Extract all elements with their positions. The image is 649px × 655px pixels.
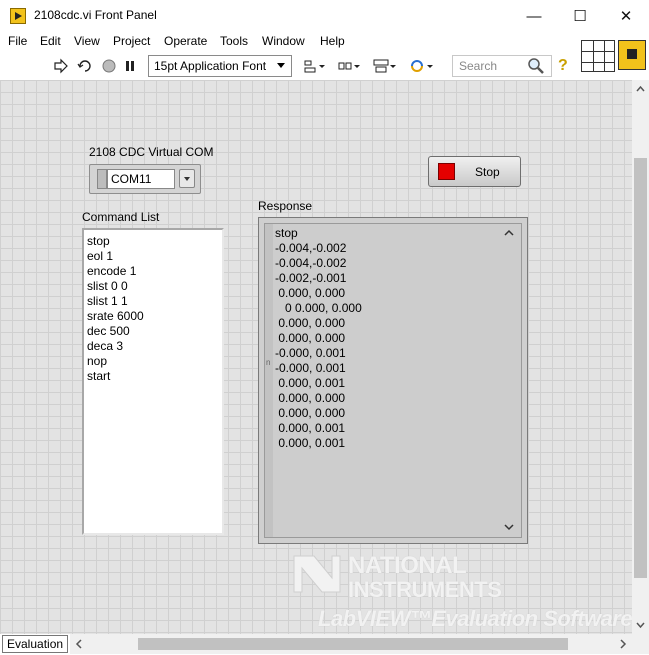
scrollbar-corner [632, 634, 649, 654]
command-line: stop [87, 234, 110, 248]
run-continuously-icon[interactable] [76, 57, 94, 75]
stop-button-label: Stop [475, 165, 500, 179]
com-port-value[interactable]: COM11 [107, 169, 175, 189]
abort-icon[interactable] [100, 57, 118, 75]
response-scroll-down-icon[interactable] [502, 520, 516, 534]
response-gutter: n [265, 224, 273, 537]
command-line: deca 3 [87, 339, 124, 353]
run-arrow-icon[interactable] [52, 57, 70, 75]
command-line: nop [87, 354, 108, 368]
scroll-left-icon[interactable] [72, 637, 86, 651]
reorder-icon[interactable] [409, 57, 433, 75]
vi-icon[interactable] [618, 40, 646, 70]
com-port-label: 2108 CDC Virtual COM [89, 145, 214, 159]
response-line: 0.000, 0.000 [275, 406, 346, 420]
menu-edit[interactable]: Edit [40, 34, 61, 48]
command-line: srate 6000 [87, 309, 144, 323]
response-line: -0.004,-0.002 [275, 241, 347, 255]
menu-file[interactable]: File [8, 34, 27, 48]
command-list-label: Command List [82, 210, 160, 224]
font-size-select[interactable]: 15pt Application Font [148, 55, 292, 77]
watermark-national: NATIONAL [348, 552, 467, 579]
window-title: 2108cdc.vi Front Panel [34, 8, 157, 22]
menu-window[interactable]: Window [262, 34, 305, 48]
pause-icon[interactable] [121, 57, 139, 75]
scroll-down-icon[interactable] [632, 618, 649, 632]
menu-project[interactable]: Project [113, 34, 150, 48]
response-line: 0.000, 0.001 [275, 376, 346, 390]
ni-eagle-logo [292, 552, 342, 596]
command-line: encode 1 [87, 264, 137, 278]
response-line: -0.002,-0.001 [275, 271, 347, 285]
resize-objects-icon[interactable] [372, 57, 396, 75]
align-objects-icon[interactable] [303, 57, 325, 75]
chevron-down-icon [277, 63, 285, 68]
labview-app-icon [10, 8, 26, 24]
response-label: Response [258, 199, 313, 213]
distribute-objects-icon[interactable] [338, 57, 360, 75]
response-line: 0.000, 0.000 [275, 331, 346, 345]
menu-help[interactable]: Help [320, 34, 345, 48]
response-line: 0 0.000, 0.000 [275, 301, 362, 315]
command-list-textbox[interactable]: stop eol 1 encode 1 slist 0 0 slist 1 1 … [82, 228, 224, 535]
close-button[interactable]: ✕ [603, 0, 649, 32]
scroll-right-icon[interactable] [616, 637, 630, 651]
menu-view[interactable]: View [74, 34, 100, 48]
response-line: -0.000, 0.001 [275, 346, 346, 360]
response-scroll-up-icon[interactable] [502, 226, 516, 240]
response-line: 0.000, 0.000 [275, 316, 346, 330]
com-port-dropdown-button[interactable] [179, 169, 195, 188]
command-line: slist 0 0 [87, 279, 128, 293]
menu-operate[interactable]: Operate [164, 34, 207, 48]
response-line: 0.000, 0.000 [275, 286, 346, 300]
menu-bar: File Edit View Project Operate Tools Win… [0, 32, 649, 52]
response-line: 0.000, 0.001 [275, 436, 346, 450]
response-line: -0.004,-0.002 [275, 256, 347, 270]
scroll-up-icon[interactable] [632, 82, 649, 96]
minimize-button[interactable]: — [511, 0, 557, 32]
connector-pane-icon[interactable] [581, 40, 615, 72]
font-select-value: 15pt Application Font [154, 59, 267, 73]
help-icon[interactable]: ? [558, 57, 568, 75]
command-line: start [87, 369, 111, 383]
horizontal-scrollbar-thumb[interactable] [138, 638, 568, 650]
response-line: stop [275, 226, 298, 240]
watermark-instruments: INSTRUMENTS [348, 577, 502, 602]
response-line: 0.000, 0.000 [275, 391, 346, 405]
menu-tools[interactable]: Tools [220, 34, 248, 48]
command-line: eol 1 [87, 249, 114, 263]
command-line: dec 500 [87, 324, 130, 338]
response-line: -0.000, 0.001 [275, 361, 346, 375]
maximize-button[interactable]: ☐ [557, 0, 603, 32]
search-icon[interactable] [527, 57, 545, 75]
evaluation-badge: Evaluation [2, 635, 68, 653]
watermark-evaluation: LabVIEW™Evaluation Software [318, 606, 633, 631]
visa-resource-icon [97, 169, 107, 189]
gutter-mark: n [266, 358, 271, 367]
command-line: slist 1 1 [87, 294, 128, 308]
response-line: 0.000, 0.001 [275, 421, 346, 435]
response-text: stop -0.004,-0.002 -0.004,-0.002 -0.002,… [275, 226, 495, 451]
vertical-scrollbar-thumb[interactable] [634, 158, 647, 578]
stop-led-icon [438, 163, 455, 180]
